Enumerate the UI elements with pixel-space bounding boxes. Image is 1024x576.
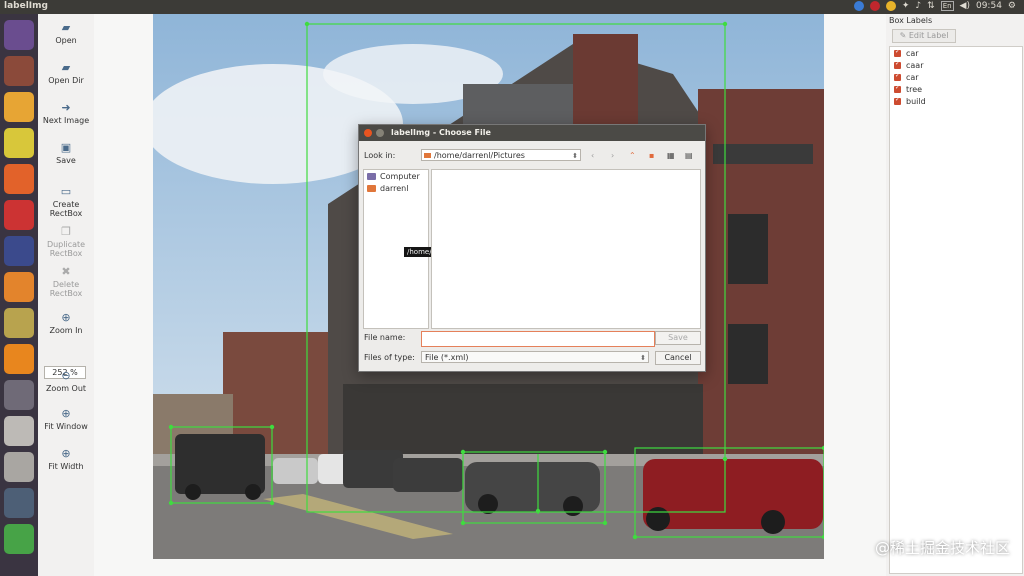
zoom-in-icon: ⊕ <box>61 311 71 324</box>
label-item[interactable]: car <box>890 47 1022 59</box>
parent-dir-icon[interactable]: ⌃ <box>629 151 636 160</box>
place-home[interactable]: darrenl <box>364 182 428 194</box>
fit-width-icon: ⊕ <box>61 447 71 460</box>
duplicate-rectbox-button[interactable]: ❐ Duplicate RectBox <box>38 225 94 259</box>
checkbox-checked-icon[interactable] <box>894 84 901 93</box>
mascot-app-icon[interactable] <box>4 128 34 158</box>
checkbox-checked-icon[interactable] <box>894 60 901 69</box>
chevron-down-icon: ⬍ <box>572 152 578 160</box>
file-name-label: File name: <box>364 333 406 342</box>
delete-x-icon: ✖ <box>61 265 71 278</box>
label-item[interactable]: tree <box>890 83 1022 95</box>
box-labels-header: Box Labels <box>889 16 933 25</box>
computer-icon <box>367 172 376 180</box>
label-item[interactable]: car <box>890 71 1022 83</box>
save-button[interactable]: ▣ Save <box>38 141 94 166</box>
home-folder-icon <box>367 184 376 192</box>
notification-bell-icon[interactable]: ♪ <box>915 1 921 11</box>
fit-window-button[interactable]: ⊕ Fit Window <box>38 407 94 432</box>
fit-width-button[interactable]: ⊕ Fit Width <box>38 447 94 472</box>
open-dir-icon: ▰ <box>61 61 71 74</box>
files-app-icon[interactable] <box>4 56 34 86</box>
labelimg-toolbar: ▰ Open ▰ Open Dir ➜ Next Image ▣ Save ▭ … <box>38 14 94 576</box>
folder-icon <box>424 153 431 158</box>
volume-icon[interactable]: ◀) <box>960 1 970 11</box>
dialog-title: labelImg - Choose File <box>391 128 491 137</box>
system-settings-icon[interactable] <box>4 200 34 230</box>
settings-gear-icon[interactable]: ⚙ <box>1008 1 1016 11</box>
places-sidebar[interactable]: Computer darrenl /home/darrenl <box>363 169 460 329</box>
minimize-window-icon[interactable] <box>376 129 384 137</box>
fit-window-icon: ⊕ <box>61 407 71 420</box>
open-dir-button[interactable]: ▰ Open Dir <box>38 61 94 86</box>
watermark: @稀土掘金技术社区 <box>874 539 1010 557</box>
forward-arrow-icon[interactable]: › <box>611 151 614 160</box>
zoom-out-icon: ⊖ <box>61 369 71 382</box>
dropbox-icon[interactable]: ✦ <box>902 1 910 11</box>
clock[interactable]: 09:54 <box>976 1 1002 11</box>
choose-file-dialog: labelImg - Choose File Look in: /home/da… <box>358 124 706 372</box>
edit-pencil-icon: ✎ <box>899 31 909 40</box>
label-item[interactable]: build <box>890 95 1022 107</box>
next-image-button[interactable]: ➜ Next Image <box>38 101 94 126</box>
look-in-label: Look in: <box>364 151 396 160</box>
chrome-app-icon[interactable] <box>4 92 34 122</box>
checkbox-checked-icon[interactable] <box>894 72 901 81</box>
delete-rectbox-button[interactable]: ✖ Delete RectBox <box>38 265 94 299</box>
create-rectbox-button[interactable]: ▭ Create RectBox <box>38 185 94 219</box>
cancel-button[interactable]: Cancel <box>655 351 701 365</box>
unity-launcher <box>0 14 38 576</box>
back-arrow-icon[interactable]: ‹ <box>591 151 594 160</box>
box-labels-panel: Box Labels ✎ Edit Label car caar car tre… <box>886 14 1024 576</box>
place-computer[interactable]: Computer <box>364 170 428 182</box>
file-list[interactable] <box>431 169 701 329</box>
list-view-icon[interactable]: ▦ <box>667 151 675 160</box>
network-arrows-icon[interactable]: ⇅ <box>927 1 935 11</box>
detail-view-icon[interactable]: ▤ <box>685 151 693 160</box>
floppy-disk-icon: ▣ <box>60 141 72 154</box>
rectangle-draw-icon: ▭ <box>60 185 72 198</box>
archive-app-icon[interactable] <box>4 308 34 338</box>
arrow-right-icon: ➜ <box>61 101 71 114</box>
firefox-app-icon[interactable] <box>4 164 34 194</box>
ubuntu-dash-icon[interactable] <box>4 20 34 50</box>
workspace-switcher-icon[interactable] <box>4 380 34 410</box>
file-name-input[interactable] <box>421 331 655 347</box>
save-dialog-button[interactable]: Save <box>655 331 701 345</box>
chromium-tray-icon[interactable] <box>885 1 896 11</box>
close-window-icon[interactable] <box>364 129 372 137</box>
software-center-icon[interactable] <box>4 272 34 302</box>
window-title: labelImg <box>4 1 48 11</box>
disk-drive-icon[interactable] <box>4 416 34 446</box>
system-monitor-icon[interactable] <box>4 488 34 518</box>
files-of-type-combo[interactable]: File (*.xml) ⬍ <box>421 351 649 363</box>
zoom-in-button[interactable]: ⊕ Zoom In <box>38 311 94 336</box>
zoom-out-button[interactable]: ⊖ Zoom Out <box>38 368 94 394</box>
vlc-app-icon[interactable] <box>4 344 34 374</box>
chrome-tray-icon[interactable] <box>853 1 864 11</box>
top-panel: labelImg ✦ ♪ ⇅ En ◀) 09:54 ⚙ <box>0 0 1024 14</box>
new-folder-icon[interactable]: ▪ <box>649 151 654 160</box>
open-folder-icon: ▰ <box>61 21 71 34</box>
edit-label-button[interactable]: ✎ Edit Label <box>892 29 956 43</box>
record-tray-icon[interactable] <box>869 1 880 11</box>
system-tray: ✦ ♪ ⇅ En ◀) 09:54 ⚙ <box>853 1 1016 11</box>
keyboard-layout-indicator[interactable]: En <box>940 1 954 11</box>
checkbox-checked-icon[interactable] <box>894 48 901 57</box>
label-list[interactable]: car caar car tree build <box>889 46 1023 574</box>
terminal-app-icon[interactable] <box>4 524 34 554</box>
label-item[interactable]: caar <box>890 59 1022 71</box>
files-of-type-label: Files of type: <box>364 353 415 362</box>
look-in-combo[interactable]: /home/darrenl/Pictures ⬍ <box>421 149 581 161</box>
eclipse-app-icon[interactable] <box>4 236 34 266</box>
checkbox-checked-icon[interactable] <box>894 96 901 105</box>
open-button[interactable]: ▰ Open <box>38 21 94 46</box>
copy-icon: ❐ <box>61 225 71 238</box>
dialog-titlebar[interactable]: labelImg - Choose File <box>359 125 705 141</box>
removable-drive-icon[interactable] <box>4 452 34 482</box>
chevron-down-icon: ⬍ <box>640 354 646 362</box>
